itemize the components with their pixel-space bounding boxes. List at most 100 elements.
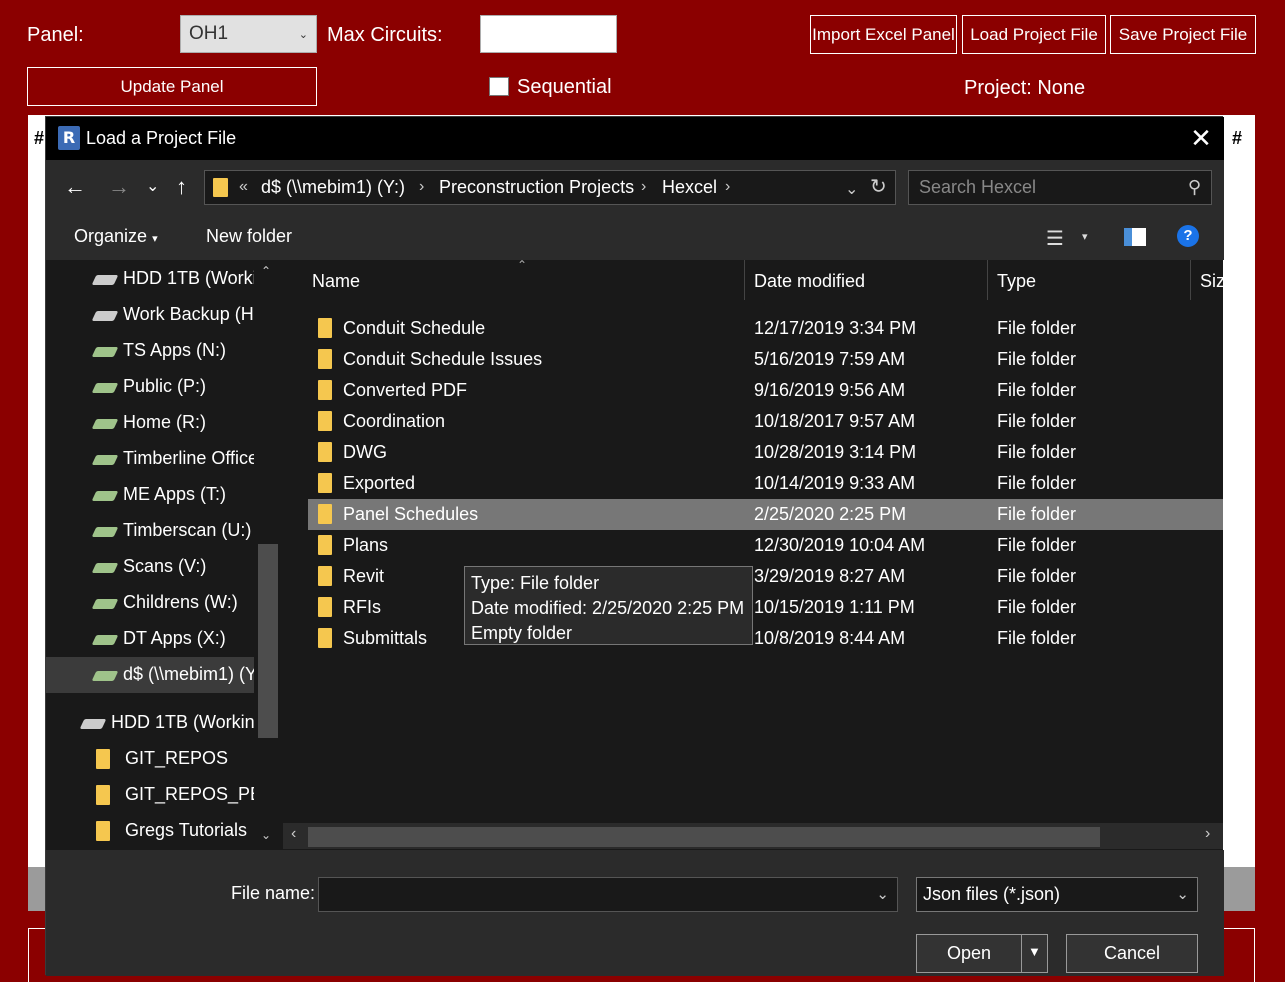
network-drive-icon bbox=[91, 527, 119, 537]
nav-item[interactable]: Scans (V:) bbox=[46, 549, 254, 585]
file-row[interactable]: Plans 12/30/2019 10:04 AM File folder bbox=[308, 530, 1223, 561]
organize-caret-icon: ▾ bbox=[152, 233, 158, 245]
file-date: 9/16/2019 9:56 AM bbox=[754, 380, 906, 400]
sort-ascending-icon: ⌃ bbox=[517, 258, 528, 272]
file-name-label: File name: bbox=[231, 883, 316, 903]
file-row[interactable]: Converted PDF 9/16/2019 9:56 AM File folde… bbox=[308, 375, 1223, 406]
network-drive-icon bbox=[91, 563, 119, 573]
refresh-icon[interactable]: ↻ bbox=[870, 174, 887, 199]
nav-item[interactable]: DT Apps (X:) bbox=[46, 621, 254, 657]
file-row[interactable]: Panel Schedules 2/25/2020 2:25 PM File fol… bbox=[308, 499, 1223, 530]
breadcrumb-hexcel[interactable]: Hexcel bbox=[662, 177, 717, 198]
column-divider[interactable] bbox=[987, 260, 988, 300]
view-options-icon[interactable]: ☰ bbox=[1046, 226, 1064, 251]
help-icon[interactable]: ? bbox=[1177, 225, 1199, 247]
breadcrumb-preconstruction[interactable]: Preconstruction Projects bbox=[439, 177, 634, 198]
file-date: 12/17/2019 3:34 PM bbox=[754, 318, 917, 338]
preview-pane-icon[interactable] bbox=[1124, 228, 1146, 246]
nav-item[interactable]: Public (P:) bbox=[46, 369, 254, 405]
file-type: File folder bbox=[997, 349, 1077, 369]
panel-label: Panel: bbox=[27, 24, 84, 46]
file-name-chevron-icon[interactable]: ⌄ bbox=[876, 885, 889, 903]
open-options-arrow[interactable]: ▼ bbox=[1021, 934, 1047, 973]
new-folder-button[interactable]: New folder bbox=[206, 226, 292, 247]
nav-item[interactable]: TS Apps (N:) bbox=[46, 333, 254, 369]
file-row[interactable]: Conduit Schedule 12/17/2019 3:34 PM File f… bbox=[308, 313, 1223, 344]
sequential-checkbox[interactable] bbox=[489, 77, 509, 96]
nav-item-label: DT Apps (X:) bbox=[123, 628, 226, 648]
horizontal-scrollbar-thumb[interactable] bbox=[308, 827, 1100, 847]
nav-item[interactable]: HDD 1TB (Working bbox=[46, 705, 254, 741]
network-drive-icon bbox=[91, 635, 119, 645]
forward-arrow-icon[interactable]: → bbox=[108, 174, 130, 200]
network-drive-icon bbox=[91, 671, 119, 681]
file-date: 10/18/2017 9:57 AM bbox=[754, 411, 916, 431]
file-row[interactable]: Revit 3/29/2019 8:27 AM File folder bbox=[308, 561, 1223, 592]
nav-item[interactable]: Work Backup (HI bbox=[46, 297, 254, 333]
file-row[interactable]: RFIs 10/15/2019 1:11 PM File folder bbox=[308, 592, 1223, 623]
file-row[interactable]: Conduit Schedule Issues 5/16/2019 7:59 AM… bbox=[308, 344, 1223, 375]
organize-button[interactable]: Organize ▾ bbox=[74, 226, 158, 247]
nav-item[interactable]: Gregs Tutorials bbox=[46, 813, 254, 849]
tooltip-empty: Empty folder bbox=[471, 623, 573, 643]
project-status: Project: None bbox=[964, 77, 1086, 99]
file-name-input[interactable]: ⌄ bbox=[318, 877, 898, 912]
file-row[interactable]: Submittals 10/8/2019 8:44 AM File folder bbox=[308, 623, 1223, 654]
column-header-size[interactable]: Siz bbox=[1200, 271, 1225, 292]
column-divider[interactable] bbox=[1190, 260, 1191, 300]
nav-item[interactable]: Timberline Office bbox=[46, 441, 254, 477]
nav-item[interactable]: Timberscan (U:) bbox=[46, 513, 254, 549]
nav-item-label: Public (P:) bbox=[123, 376, 207, 396]
nav-item-label: Gregs Tutorials bbox=[125, 820, 248, 840]
nav-scrollbar-thumb[interactable] bbox=[258, 544, 278, 738]
save-project-file-button[interactable]: Save Project File bbox=[1110, 15, 1256, 54]
address-bar[interactable]: « d$ (\\mebim1) (Y:) › Preconstruction P… bbox=[204, 170, 896, 205]
column-header-type[interactable]: Type bbox=[997, 271, 1036, 292]
file-type-select[interactable]: Json files (*.json) ⌄ bbox=[916, 877, 1198, 912]
nav-item[interactable]: d$ (\\mebim1) (Y bbox=[46, 657, 254, 693]
open-options-caret-icon: ▼ bbox=[1028, 944, 1041, 959]
folder-icon bbox=[318, 411, 332, 431]
column-header-name[interactable]: Name bbox=[312, 271, 360, 292]
view-options-caret-icon[interactable]: ▾ bbox=[1082, 230, 1088, 243]
nav-item[interactable]: Childrens (W:) bbox=[46, 585, 254, 621]
file-name: Converted PDF bbox=[343, 380, 468, 400]
nav-item[interactable]: HDD 1TB (Workin bbox=[46, 261, 254, 297]
file-row[interactable]: DWG 10/28/2019 3:14 PM File folder bbox=[308, 437, 1223, 468]
file-type: File folder bbox=[997, 411, 1077, 431]
scroll-down-icon[interactable]: ⌄ bbox=[261, 828, 271, 842]
file-row[interactable]: Coordination 10/18/2017 9:57 AM File folde… bbox=[308, 406, 1223, 437]
file-tooltip: Type: File folder Date modified: 2/25/20… bbox=[464, 566, 753, 645]
max-circuits-input[interactable] bbox=[480, 15, 617, 53]
column-header-date[interactable]: Date modified bbox=[754, 271, 865, 292]
scroll-left-icon[interactable]: ‹ bbox=[291, 825, 296, 843]
scroll-up-icon[interactable]: ⌃ bbox=[261, 264, 271, 278]
address-history-chevron-icon[interactable]: ⌄ bbox=[845, 179, 858, 199]
recent-locations-chevron-icon[interactable]: ⌄ bbox=[146, 176, 159, 196]
load-project-file-button[interactable]: Load Project File bbox=[962, 15, 1106, 54]
panel-dropdown[interactable]: OH1 ⌄ bbox=[180, 15, 317, 53]
nav-item[interactable]: ME Apps (T:) bbox=[46, 477, 254, 513]
update-panel-button[interactable]: Update Panel bbox=[27, 67, 317, 106]
file-row[interactable]: Exported 10/14/2019 9:33 AM File folder bbox=[308, 468, 1223, 499]
network-drive-icon bbox=[91, 491, 119, 501]
import-excel-panel-button[interactable]: Import Excel Panel bbox=[810, 15, 957, 54]
nav-item-label: ME Apps (T:) bbox=[123, 484, 227, 504]
close-icon[interactable]: ✕ bbox=[1186, 123, 1216, 154]
nav-item[interactable]: GIT_REPOS bbox=[46, 741, 254, 777]
file-list-horizontal-scrollbar[interactable]: ‹ › bbox=[283, 823, 1223, 849]
command-bar: Organize ▾ New folder ☰ ▾ ? bbox=[46, 218, 1224, 260]
breadcrumb-overflow[interactable]: « bbox=[239, 178, 248, 196]
nav-item[interactable]: Home (R:) bbox=[46, 405, 254, 441]
search-box[interactable]: Search Hexcel ⚲ bbox=[908, 170, 1212, 205]
up-arrow-icon[interactable]: ↑ bbox=[176, 174, 187, 200]
nav-item[interactable]: GIT_REPOS_PERS bbox=[46, 777, 254, 813]
back-arrow-icon[interactable]: ← bbox=[64, 174, 86, 200]
column-divider[interactable] bbox=[744, 260, 745, 300]
drive-icon bbox=[91, 311, 119, 321]
folder-icon bbox=[318, 597, 332, 617]
scroll-right-icon[interactable]: › bbox=[1205, 825, 1210, 843]
breadcrumb-drive[interactable]: d$ (\\mebim1) (Y:) bbox=[261, 177, 405, 198]
cancel-button[interactable]: Cancel bbox=[1066, 934, 1198, 973]
network-drive-icon bbox=[91, 383, 119, 393]
